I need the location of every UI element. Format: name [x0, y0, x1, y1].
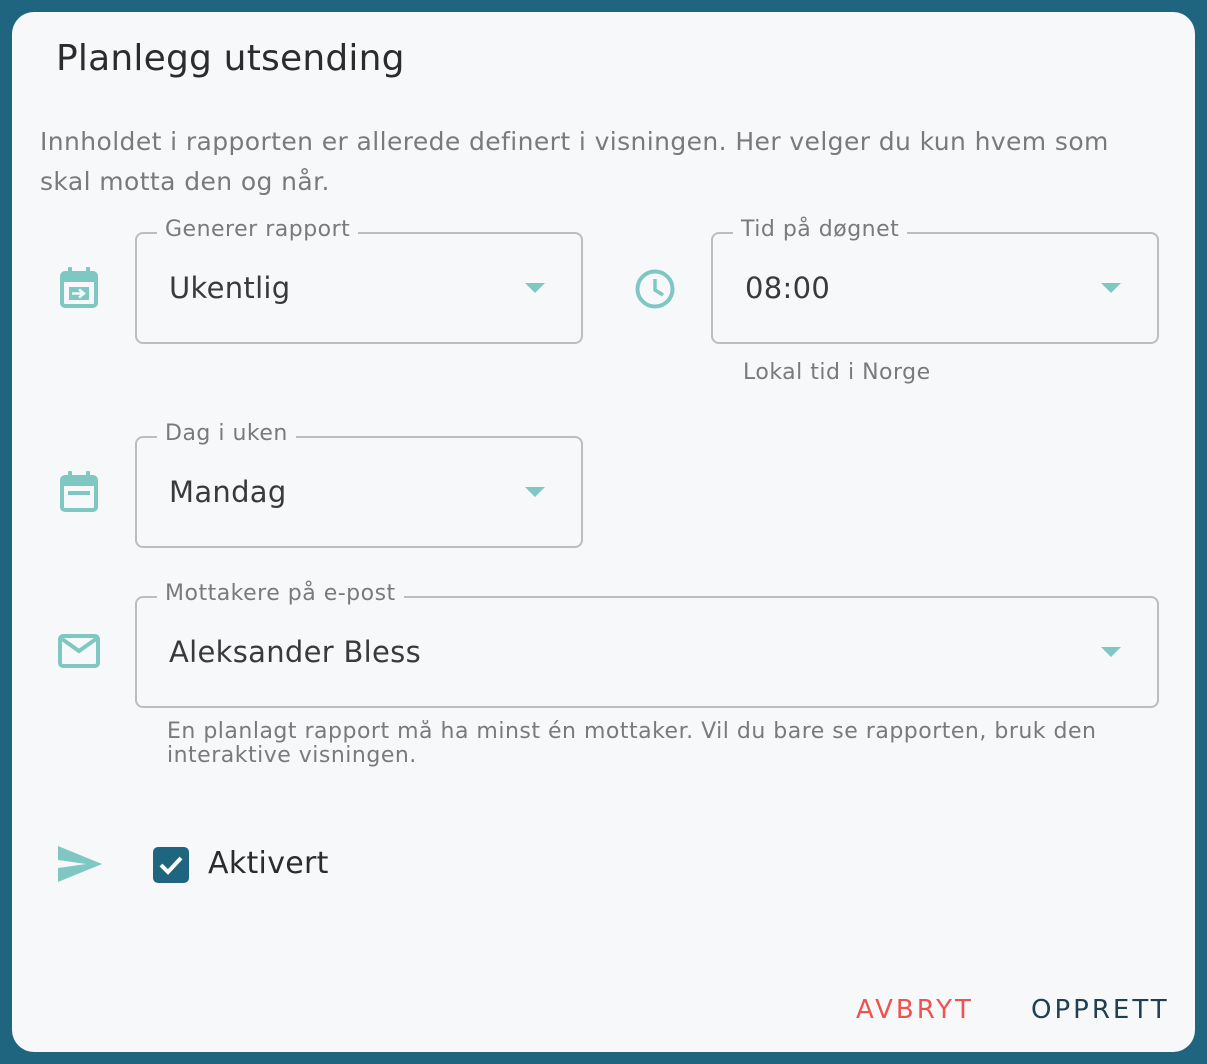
recipients-select[interactable]: Mottakere på e-post Aleksander Bless: [135, 581, 1159, 708]
chevron-down-icon: [1101, 283, 1121, 293]
frequency-select[interactable]: Generer rapport Ukentlig: [135, 217, 583, 344]
chevron-down-icon: [525, 283, 545, 293]
dialog-title: Planlegg utsending: [56, 38, 405, 79]
weekday-label: Dag i uken: [157, 421, 296, 446]
recipients-value: Aleksander Bless: [169, 635, 421, 669]
weekday-select[interactable]: Dag i uken Mandag: [135, 421, 583, 548]
calendar-arrow-icon: [60, 267, 98, 308]
weekday-value: Mandag: [169, 475, 287, 509]
dialog-description: Innholdet i rapporten er allerede define…: [40, 127, 1109, 196]
activated-checkbox[interactable]: [153, 847, 189, 883]
send-icon: [58, 846, 102, 882]
cancel-button[interactable]: AVBRYT: [856, 995, 974, 1025]
chevron-down-icon: [525, 487, 545, 497]
create-button[interactable]: OPPRETT: [1031, 995, 1170, 1025]
frequency-label: Generer rapport: [157, 217, 359, 242]
time-select[interactable]: Tid på døgnet 08:00: [711, 217, 1159, 344]
recipients-helper-text: En planlagt rapport må ha minst én motta…: [167, 720, 1097, 768]
clock-icon: [635, 269, 675, 309]
frequency-value: Ukentlig: [169, 271, 291, 305]
calendar-icon: [60, 471, 98, 512]
time-value: 08:00: [745, 271, 831, 305]
recipients-label: Mottakere på e-post: [157, 581, 404, 606]
time-label: Tid på døgnet: [733, 217, 908, 242]
mail-icon: [58, 634, 100, 668]
time-helper-text: Lokal tid i Norge: [743, 360, 931, 385]
check-icon: [159, 856, 183, 875]
schedule-dialog: Planlegg utsending Innholdet i rapporten…: [12, 12, 1195, 1052]
chevron-down-icon: [1101, 647, 1121, 657]
activated-label[interactable]: Aktivert: [208, 846, 329, 881]
